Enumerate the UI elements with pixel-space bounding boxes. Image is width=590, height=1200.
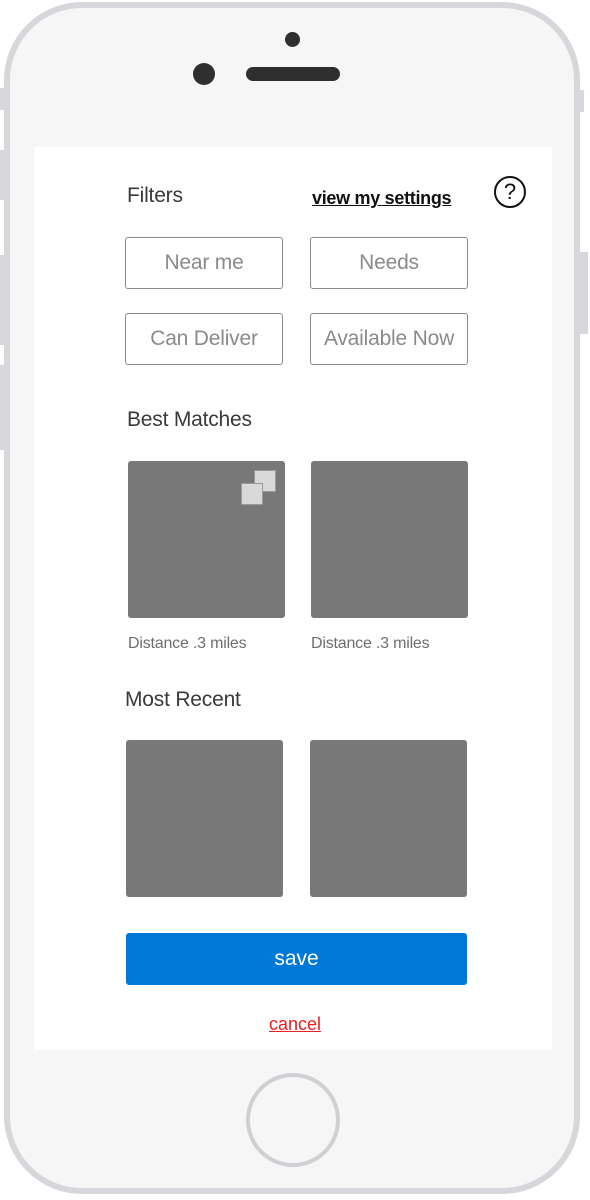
cancel-link[interactable]: cancel: [269, 1014, 321, 1035]
proximity-sensor: [285, 32, 300, 47]
earpiece-speaker: [246, 67, 340, 81]
recent-item-tile[interactable]: [126, 740, 283, 897]
app-screen: Filters view my settings ? Near me Needs…: [34, 147, 552, 1050]
best-match-tile[interactable]: [128, 461, 285, 618]
phone-side-button-top: [0, 88, 8, 110]
filter-needs-button[interactable]: Needs: [310, 237, 468, 289]
filter-can-deliver-button[interactable]: Can Deliver: [125, 313, 283, 365]
filters-title: Filters: [127, 184, 183, 207]
phone-volume-down-button: [0, 255, 8, 345]
best-match-distance: Distance .3 miles: [128, 635, 247, 652]
most-recent-title: Most Recent: [125, 688, 241, 711]
best-match-distance: Distance .3 miles: [311, 635, 430, 652]
phone-power-button: [578, 252, 588, 334]
home-button[interactable]: [246, 1073, 340, 1167]
view-settings-link[interactable]: view my settings: [312, 188, 452, 209]
best-matches-title: Best Matches: [127, 408, 252, 431]
phone-right-top-edge: [576, 90, 584, 112]
best-match-tile[interactable]: [311, 461, 468, 618]
phone-side-button-lower: [0, 365, 8, 450]
filter-available-now-button[interactable]: Available Now: [310, 313, 468, 365]
filter-near-me-button[interactable]: Near me: [125, 237, 283, 289]
save-button[interactable]: save: [126, 933, 467, 985]
question-glyph: ?: [503, 179, 517, 204]
multiple-images-icon: [240, 469, 276, 509]
front-camera: [193, 63, 215, 85]
question-circle-icon[interactable]: ?: [494, 176, 526, 208]
phone-volume-up-button: [0, 150, 8, 200]
recent-item-tile[interactable]: [310, 740, 467, 897]
